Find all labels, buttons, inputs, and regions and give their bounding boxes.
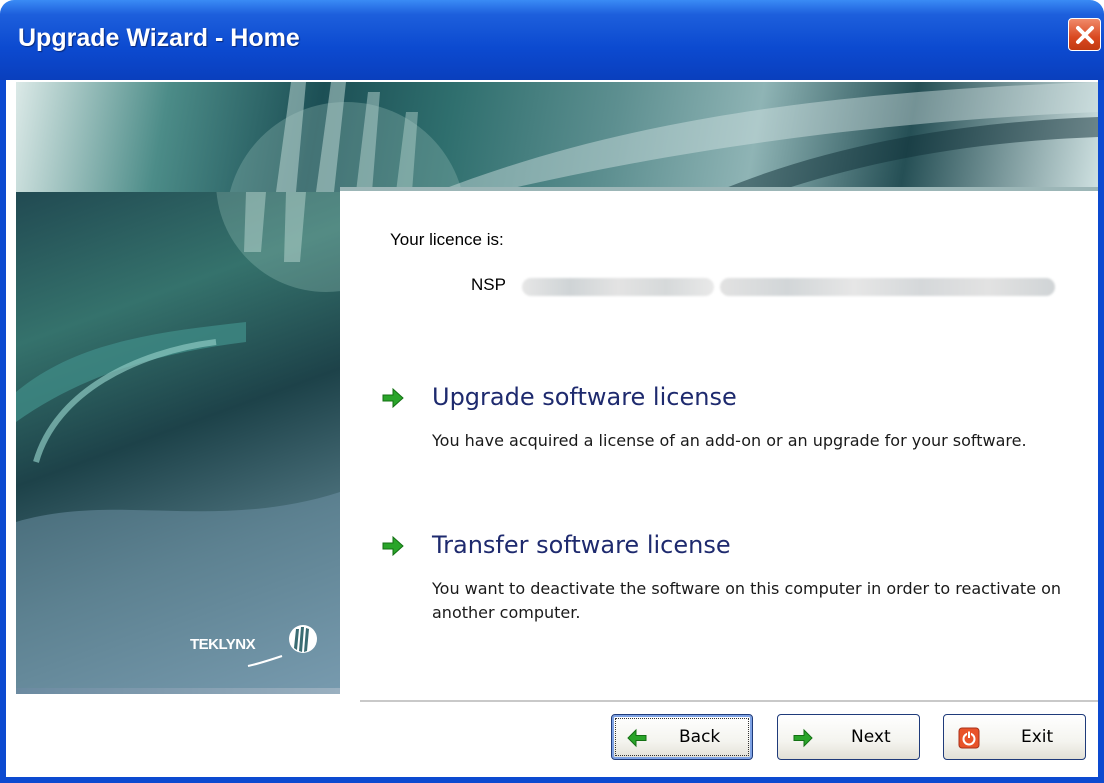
licence-label: Your licence is: [390,230,504,249]
back-button[interactable]: Back [611,714,753,760]
green-arrow-icon [382,387,404,409]
upgrade-license-description: You have acquired a license of an add-on… [432,431,1027,450]
back-button-label: Back [679,727,721,747]
licence-key-redacted-2 [720,278,1055,296]
header-banner [16,82,1098,192]
title-bar[interactable]: Upgrade Wizard - Home [0,0,1104,80]
upgrade-license-title[interactable]: Upgrade software license [432,383,737,411]
exit-button-label: Exit [1021,727,1054,747]
close-icon [1075,25,1094,44]
banner-art [229,82,1098,192]
teklynx-swoosh-icon [247,655,283,667]
licence-key-redacted-1 [522,278,714,296]
next-arrow-icon [793,728,813,748]
exit-button[interactable]: Exit [943,714,1086,760]
side-panel-shadow [16,688,340,694]
green-arrow-icon [382,535,404,557]
close-button[interactable] [1068,18,1101,51]
window-frame-bottom [0,777,1104,783]
side-panel-art [16,192,340,688]
transfer-license-option[interactable]: Transfer software license You want to de… [380,531,1080,633]
back-arrow-icon [627,728,647,748]
power-icon [958,727,980,749]
transfer-license-description: You want to deactivate the software on t… [432,579,1062,622]
transfer-license-title[interactable]: Transfer software license [432,531,731,559]
window-title: Upgrade Wizard - Home [18,24,300,52]
teklynx-emblem-icon [289,625,317,653]
teklynx-logo: TEKLYNX [190,620,320,670]
licence-prefix: NSP [471,275,506,294]
side-graphic-panel [16,192,340,688]
button-divider [360,700,1098,703]
next-button[interactable]: Next [777,714,920,760]
next-button-label: Next [851,727,891,747]
upgrade-license-option[interactable]: Upgrade software license You have acquir… [380,383,1080,485]
teklynx-logo-text: TEKLYNX [190,636,256,653]
window-frame-right [1098,80,1104,783]
